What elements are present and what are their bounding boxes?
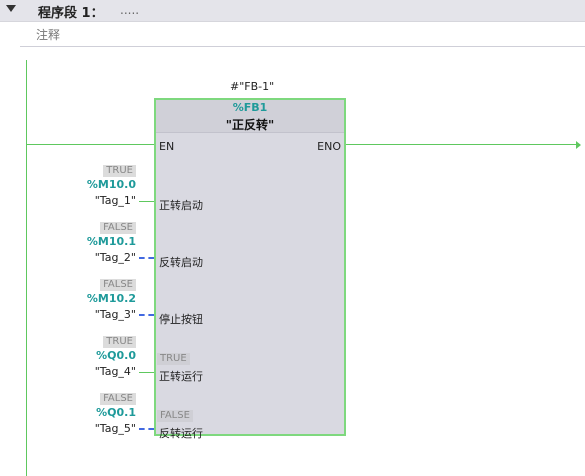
input-pin-2: 反转启动 [159, 256, 203, 269]
input-pin-1: 正转启动 [159, 199, 203, 212]
param-status-3: FALSE [100, 279, 136, 291]
param-wire-2 [139, 257, 154, 259]
pin-value-4: TRUE [157, 353, 190, 365]
input-pin-4: 正转运行 [159, 370, 203, 383]
param-tag-2[interactable]: "Tag_2" [95, 251, 136, 264]
network-header: 程序段 1： ..... [0, 0, 585, 22]
instance-db-name[interactable]: #"FB-1" [230, 80, 274, 93]
eno-wire[interactable] [346, 144, 580, 145]
param-wire-4 [139, 372, 154, 373]
param-status-2: FALSE [100, 222, 136, 234]
wire-end-arrow-icon [576, 141, 581, 149]
param-status-5: FALSE [100, 393, 136, 405]
block-name[interactable]: "正反转" [156, 116, 344, 133]
param-tag-1[interactable]: "Tag_1" [95, 194, 136, 207]
comment-text[interactable]: 注释 [36, 26, 60, 43]
param-address-3[interactable]: %M10.2 [87, 292, 136, 305]
input-pin-5: 反转运行 [159, 427, 203, 440]
function-block[interactable]: %FB1 "正反转" EN ENO 正转启动 反转启动 停止按钮 TRUE 正转… [154, 98, 346, 440]
param-tag-4[interactable]: "Tag_4" [95, 365, 136, 378]
param-status-4: TRUE [103, 336, 136, 348]
collapse-arrow-icon[interactable] [6, 5, 16, 12]
param-status-1: TRUE [103, 165, 136, 177]
param-wire-1 [139, 201, 154, 202]
input-pin-3: 停止按钮 [159, 313, 203, 326]
param-address-2[interactable]: %M10.1 [87, 235, 136, 248]
network-title[interactable]: 程序段 1： [38, 2, 104, 21]
pin-value-5: FALSE [157, 410, 193, 422]
param-address-4[interactable]: %Q0.0 [96, 349, 136, 362]
en-pin: EN [159, 140, 175, 153]
param-wire-5 [139, 428, 154, 430]
param-tag-3[interactable]: "Tag_3" [95, 308, 136, 321]
left-power-rail [26, 60, 27, 476]
function-block-header: %FB1 "正反转" [156, 100, 344, 133]
network-comment[interactable]: 注释 [20, 22, 585, 47]
param-tag-5[interactable]: "Tag_5" [95, 422, 136, 435]
param-wire-3 [139, 314, 154, 316]
network-title-placeholder[interactable]: ..... [120, 3, 139, 17]
block-number: %FB1 [232, 101, 268, 114]
eno-pin: ENO [317, 140, 341, 153]
en-wire[interactable] [26, 144, 154, 145]
param-address-5[interactable]: %Q0.1 [96, 406, 136, 419]
param-address-1[interactable]: %M10.0 [87, 178, 136, 191]
